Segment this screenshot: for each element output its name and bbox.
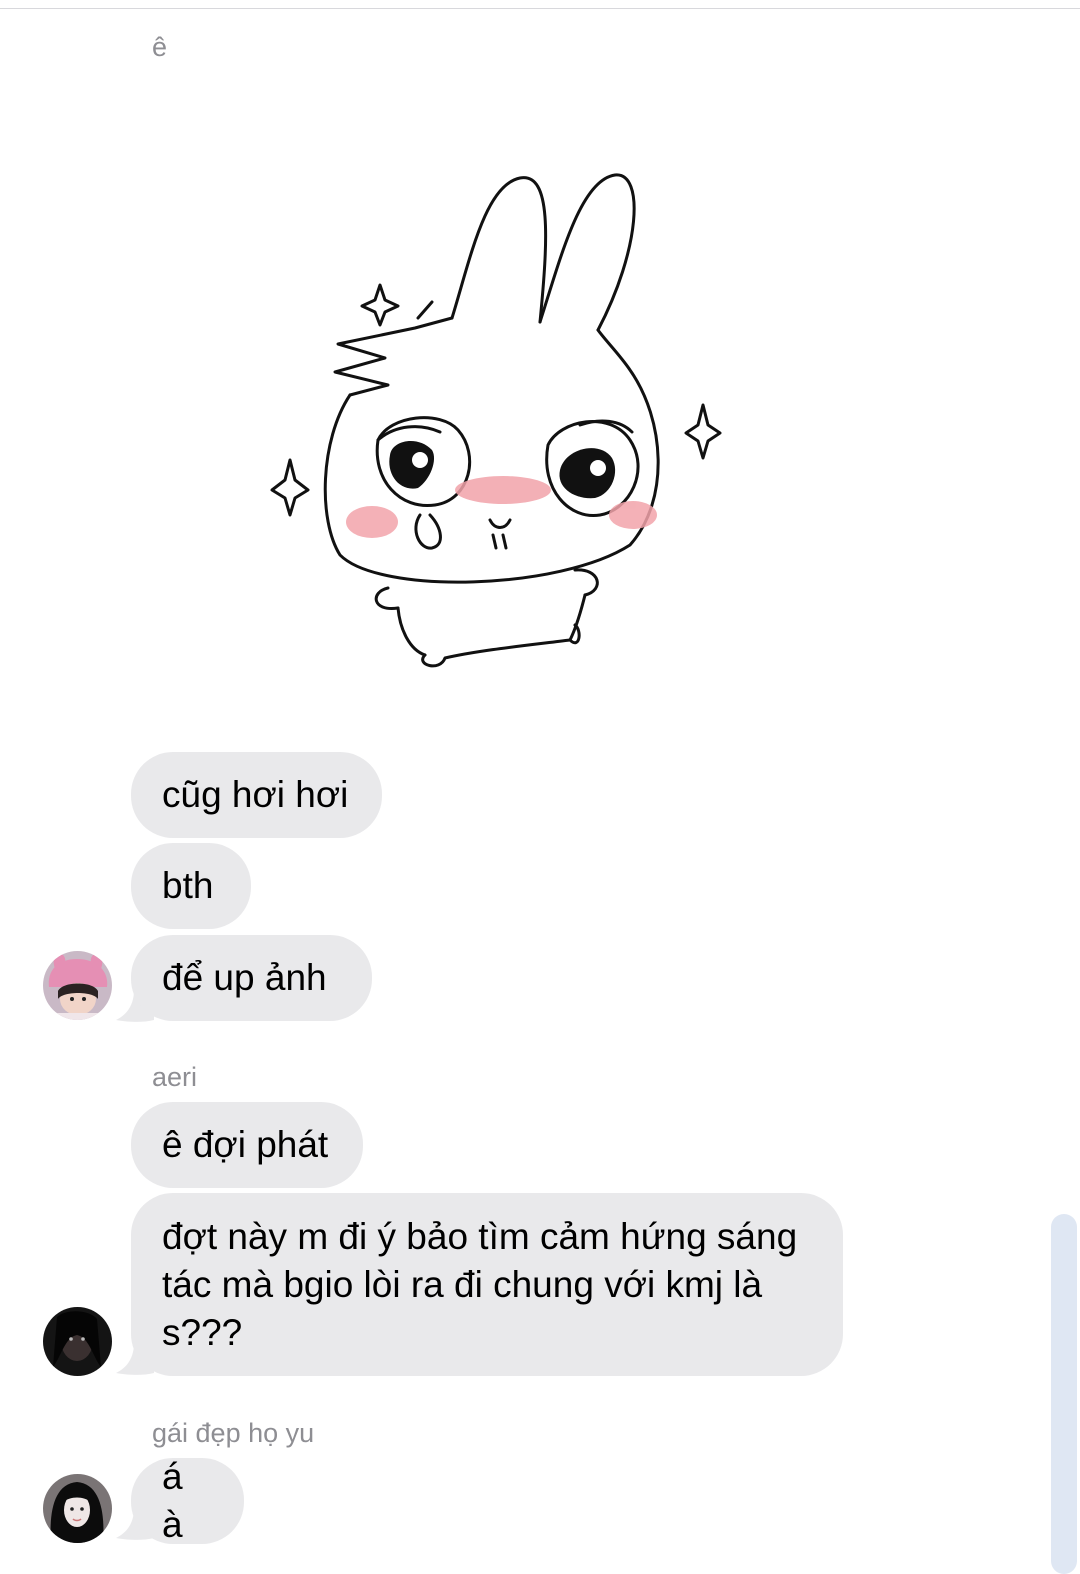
scrollbar[interactable] [1051, 1214, 1077, 1574]
bunny-sticker[interactable] [260, 160, 730, 680]
sender-name: aeri [152, 1062, 198, 1092]
message-bubble[interactable]: bth [131, 843, 251, 929]
avatar[interactable] [43, 951, 112, 1020]
message-text: bth [162, 865, 214, 906]
message-bubble[interactable]: ê đợi phát [131, 1102, 363, 1188]
message-bubble[interactable]: để up ảnh [131, 935, 372, 1021]
top-divider [0, 8, 1080, 9]
message-bubble[interactable]: cũg hơi hơi [131, 752, 382, 838]
sender-name: ê [152, 32, 168, 62]
avatar[interactable] [43, 1474, 112, 1543]
avatar[interactable] [43, 1307, 112, 1376]
message-bubble[interactable]: đợt này m đi ý bảo tìm cảm hứng sáng tác… [131, 1193, 843, 1376]
message-text: á à [162, 1456, 183, 1545]
message-text: đợt này m đi ý bảo tìm cảm hứng sáng tác… [162, 1216, 798, 1353]
message-text: để up ảnh [162, 957, 327, 998]
message-bubble[interactable]: á à [131, 1456, 244, 1545]
sender-name: gái đẹp họ yu [152, 1418, 315, 1448]
message-text: ê đợi phát [162, 1124, 329, 1165]
message-text: cũg hơi hơi [162, 774, 349, 815]
